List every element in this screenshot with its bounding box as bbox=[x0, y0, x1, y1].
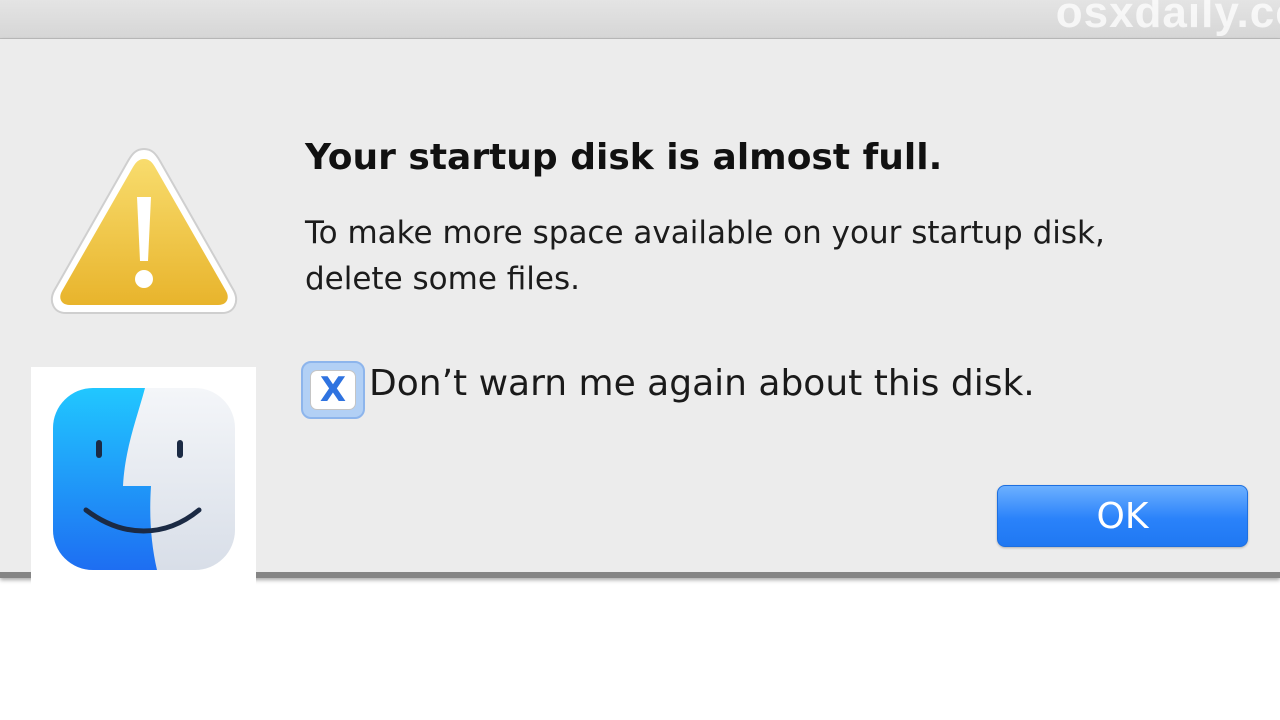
check-mark-icon: X bbox=[319, 370, 347, 410]
finder-icon bbox=[53, 388, 235, 570]
warning-icon bbox=[48, 145, 240, 317]
dont-warn-checkbox-label[interactable]: Don’t warn me again about this disk. bbox=[369, 363, 1035, 404]
alert-message: To make more space available on your sta… bbox=[305, 210, 1105, 302]
alert-message-line: To make more space available on your sta… bbox=[305, 215, 1105, 251]
checkbox-box[interactable]: X bbox=[310, 370, 356, 410]
finder-icon-frame bbox=[31, 367, 256, 592]
alert-message-line: delete some files. bbox=[305, 261, 580, 297]
alert-dialog: Your startup disk is almost full. To mak… bbox=[0, 39, 1280, 592]
watermark: osxdaily.com bbox=[1055, 0, 1280, 37]
ok-button[interactable]: OK bbox=[997, 485, 1248, 547]
dont-warn-checkbox[interactable]: X bbox=[301, 361, 365, 419]
background-strip: osxdaily.com bbox=[0, 0, 1280, 39]
alert-title: Your startup disk is almost full. bbox=[305, 137, 943, 178]
